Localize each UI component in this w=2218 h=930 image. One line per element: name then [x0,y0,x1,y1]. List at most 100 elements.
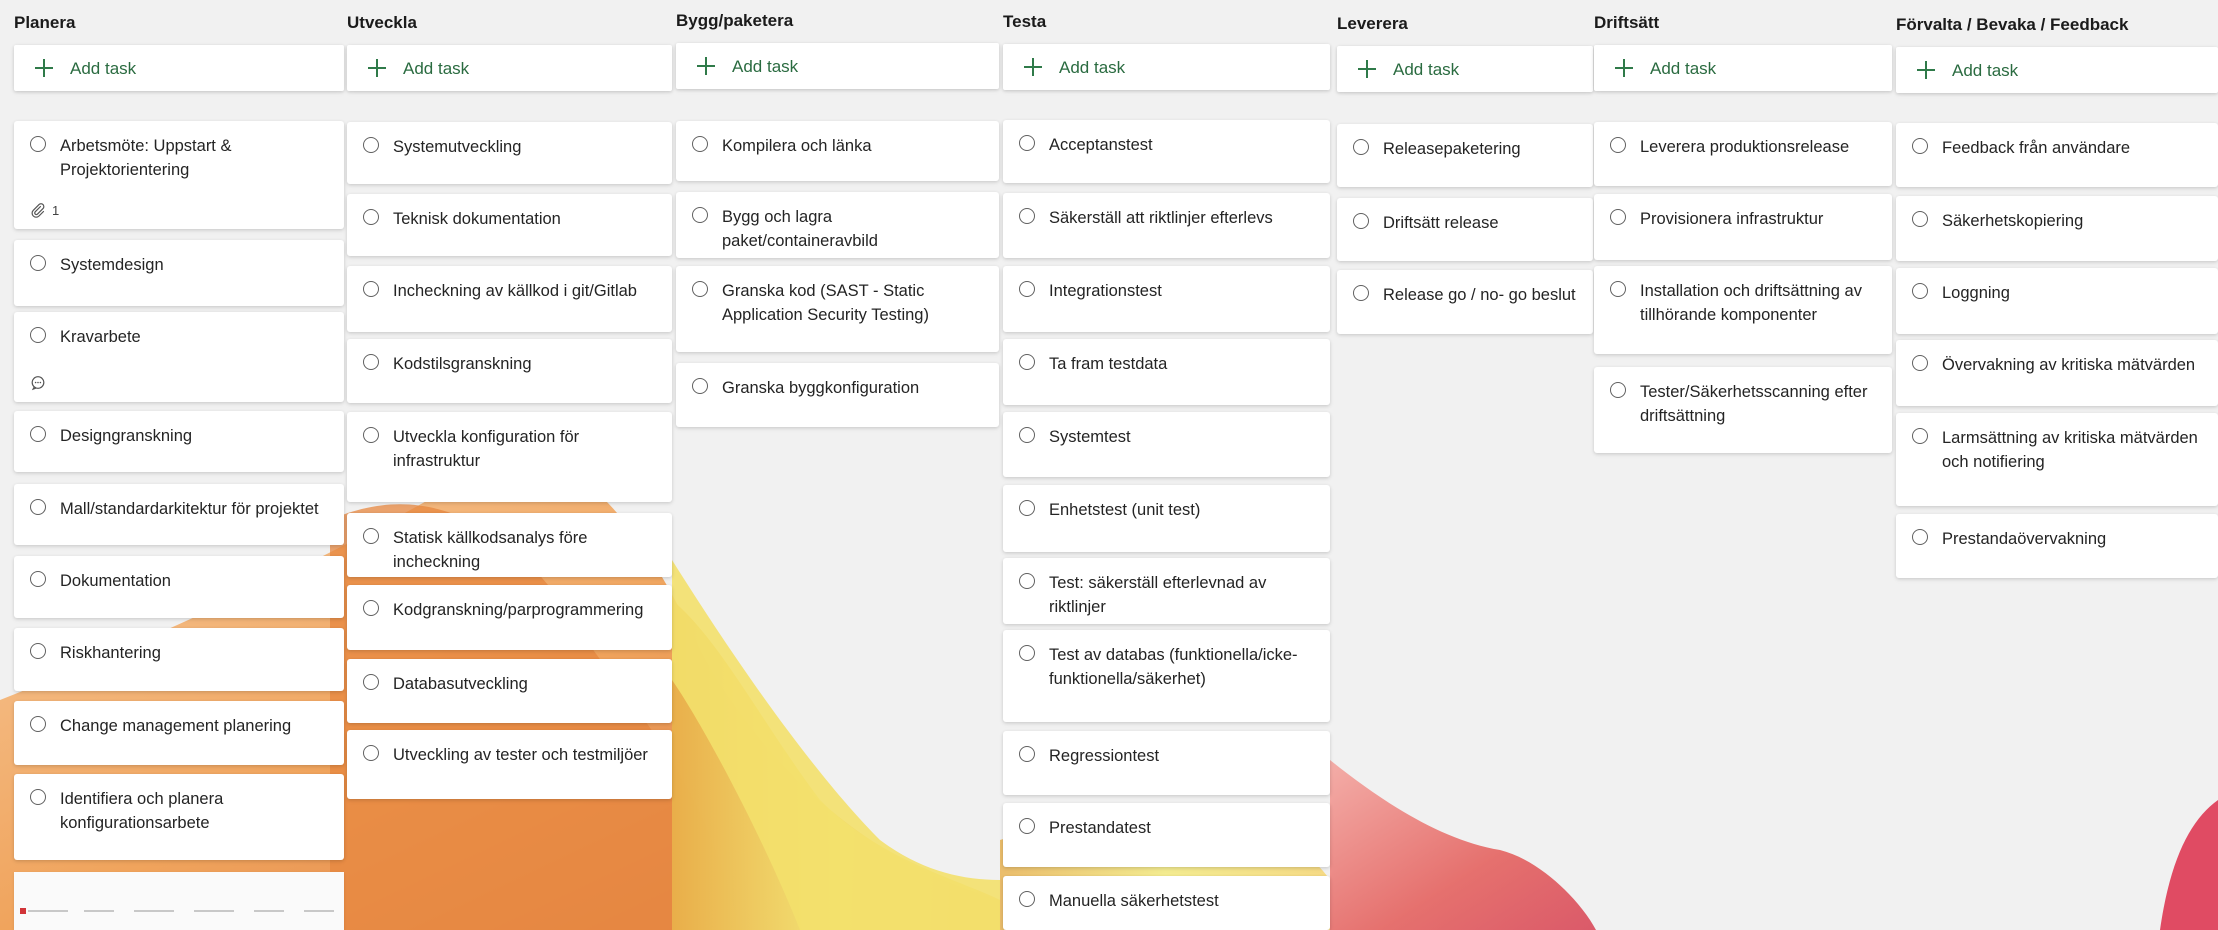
bucket-title[interactable]: Förvalta / Bevaka / Feedback [1896,15,2128,35]
complete-circle-icon[interactable] [30,499,46,515]
task-card[interactable]: Tester/Säkerhetsscanning efter driftsätt… [1594,367,1892,453]
complete-circle-icon[interactable] [30,571,46,587]
task-card[interactable]: Granska byggkonfiguration [676,363,999,427]
task-card[interactable]: Övervakning av kritiska mätvärden [1896,340,2218,406]
add-task-button[interactable]: Add task [1003,44,1330,90]
task-card[interactable]: Installation och driftsättning av tillhö… [1594,266,1892,354]
complete-circle-icon[interactable] [1610,382,1626,398]
task-card[interactable]: Teknisk dokumentation [347,194,672,256]
task-card[interactable]: Säkerställ att riktlinjer efterlevs [1003,193,1330,258]
task-card[interactable]: Granska kod (SAST - Static Application S… [676,266,999,352]
complete-circle-icon[interactable] [1610,137,1626,153]
task-card[interactable]: Regressiontest [1003,731,1330,795]
task-card[interactable]: Arbetsmöte: Uppstart & Projektorienterin… [14,121,344,229]
add-task-button[interactable]: Add task [347,45,672,91]
complete-circle-icon[interactable] [1353,139,1369,155]
complete-circle-icon[interactable] [1019,645,1035,661]
task-card[interactable]: Feedback från användare [1896,123,2218,187]
task-card[interactable]: Säkerhetskopiering [1896,196,2218,261]
complete-circle-icon[interactable] [692,207,708,223]
complete-circle-icon[interactable] [1019,427,1035,443]
bucket-title[interactable]: Utveckla [347,13,417,33]
task-card[interactable]: Mall/standardarkitektur för projektet [14,484,344,545]
bucket-title[interactable]: Driftsätt [1594,13,1659,33]
task-card[interactable]: Integrationstest [1003,266,1330,332]
complete-circle-icon[interactable] [1912,355,1928,371]
complete-circle-icon[interactable] [30,327,46,343]
bucket-title[interactable]: Testa [1003,12,1046,32]
complete-circle-icon[interactable] [363,674,379,690]
task-card[interactable]: Manuella säkerhetstest [1003,876,1330,930]
task-card[interactable]: Identifiera och planera konfigurationsar… [14,774,344,860]
add-task-button[interactable]: Add task [676,43,999,89]
complete-circle-icon[interactable] [1019,208,1035,224]
complete-circle-icon[interactable] [1019,135,1035,151]
complete-circle-icon[interactable] [30,643,46,659]
task-card[interactable]: Systemutveckling [347,122,672,184]
complete-circle-icon[interactable] [1019,818,1035,834]
task-card[interactable]: Designgranskning [14,411,344,472]
task-card[interactable]: Larmsättning av kritiska mätvärden och n… [1896,413,2218,506]
task-card[interactable]: Prestandatest [1003,803,1330,867]
complete-circle-icon[interactable] [692,281,708,297]
complete-circle-icon[interactable] [363,354,379,370]
complete-circle-icon[interactable] [1353,285,1369,301]
complete-circle-icon[interactable] [363,528,379,544]
task-card[interactable]: Kodgranskning/parprogrammering [347,585,672,650]
task-card[interactable]: Utveckling av tester och testmiljöer [347,730,672,799]
bucket-title[interactable]: Bygg/paketera [676,11,793,31]
task-card[interactable]: Systemdesign [14,240,344,306]
add-task-button[interactable]: Add task [1594,45,1892,91]
task-card[interactable]: Kravarbete [14,312,344,402]
task-card[interactable]: Acceptanstest [1003,120,1330,183]
task-card[interactable]: Databasutveckling [347,659,672,723]
task-card[interactable]: Bygg och lagra paket/containeravbild [676,192,999,258]
add-task-button[interactable]: Add task [1896,47,2218,93]
complete-circle-icon[interactable] [30,716,46,732]
task-card[interactable]: Statisk källkodsanalys före incheckning [347,513,672,577]
task-card[interactable]: Dokumentation [14,556,344,618]
complete-circle-icon[interactable] [1353,213,1369,229]
complete-circle-icon[interactable] [692,378,708,394]
complete-circle-icon[interactable] [692,136,708,152]
add-task-button[interactable]: Add task [14,45,344,91]
complete-circle-icon[interactable] [363,600,379,616]
complete-circle-icon[interactable] [1019,281,1035,297]
complete-circle-icon[interactable] [1912,211,1928,227]
task-card[interactable]: Test: säkerställ efterlevnad av riktlinj… [1003,558,1330,624]
complete-circle-icon[interactable] [1019,573,1035,589]
complete-circle-icon[interactable] [1019,354,1035,370]
task-card[interactable]: Incheckning av källkod i git/Gitlab [347,266,672,332]
task-card[interactable]: Releasepaketering [1337,124,1593,187]
complete-circle-icon[interactable] [1610,281,1626,297]
complete-circle-icon[interactable] [363,137,379,153]
bucket-title[interactable]: Planera [14,13,75,33]
task-card[interactable]: Release go / no- go beslut [1337,270,1593,334]
task-card[interactable]: Loggning [1896,268,2218,334]
task-card[interactable]: Riskhantering [14,628,344,691]
task-card[interactable]: Provisionera infrastruktur [1594,194,1892,260]
task-card[interactable]: Ta fram testdata [1003,339,1330,405]
task-card[interactable]: Kodstilsgranskning [347,339,672,403]
complete-circle-icon[interactable] [30,789,46,805]
task-card[interactable]: Prestandaövervakning [1896,514,2218,578]
complete-circle-icon[interactable] [1912,428,1928,444]
complete-circle-icon[interactable] [30,255,46,271]
task-card[interactable]: Driftsätt release [1337,198,1593,261]
bucket-title[interactable]: Leverera [1337,14,1408,34]
complete-circle-icon[interactable] [1912,138,1928,154]
complete-circle-icon[interactable] [30,426,46,442]
complete-circle-icon[interactable] [30,136,46,152]
task-card[interactable]: Utveckla konfiguration för infrastruktur [347,412,672,502]
complete-circle-icon[interactable] [1610,209,1626,225]
task-card[interactable]: Enhetstest (unit test) [1003,485,1330,552]
task-card[interactable]: Kompilera och länka [676,121,999,181]
complete-circle-icon[interactable] [1019,891,1035,907]
complete-circle-icon[interactable] [1019,500,1035,516]
complete-circle-icon[interactable] [363,209,379,225]
complete-circle-icon[interactable] [1912,529,1928,545]
complete-circle-icon[interactable] [1912,283,1928,299]
task-card[interactable]: Systemtest [1003,412,1330,477]
add-task-button[interactable]: Add task [1337,46,1593,92]
complete-circle-icon[interactable] [1019,746,1035,762]
